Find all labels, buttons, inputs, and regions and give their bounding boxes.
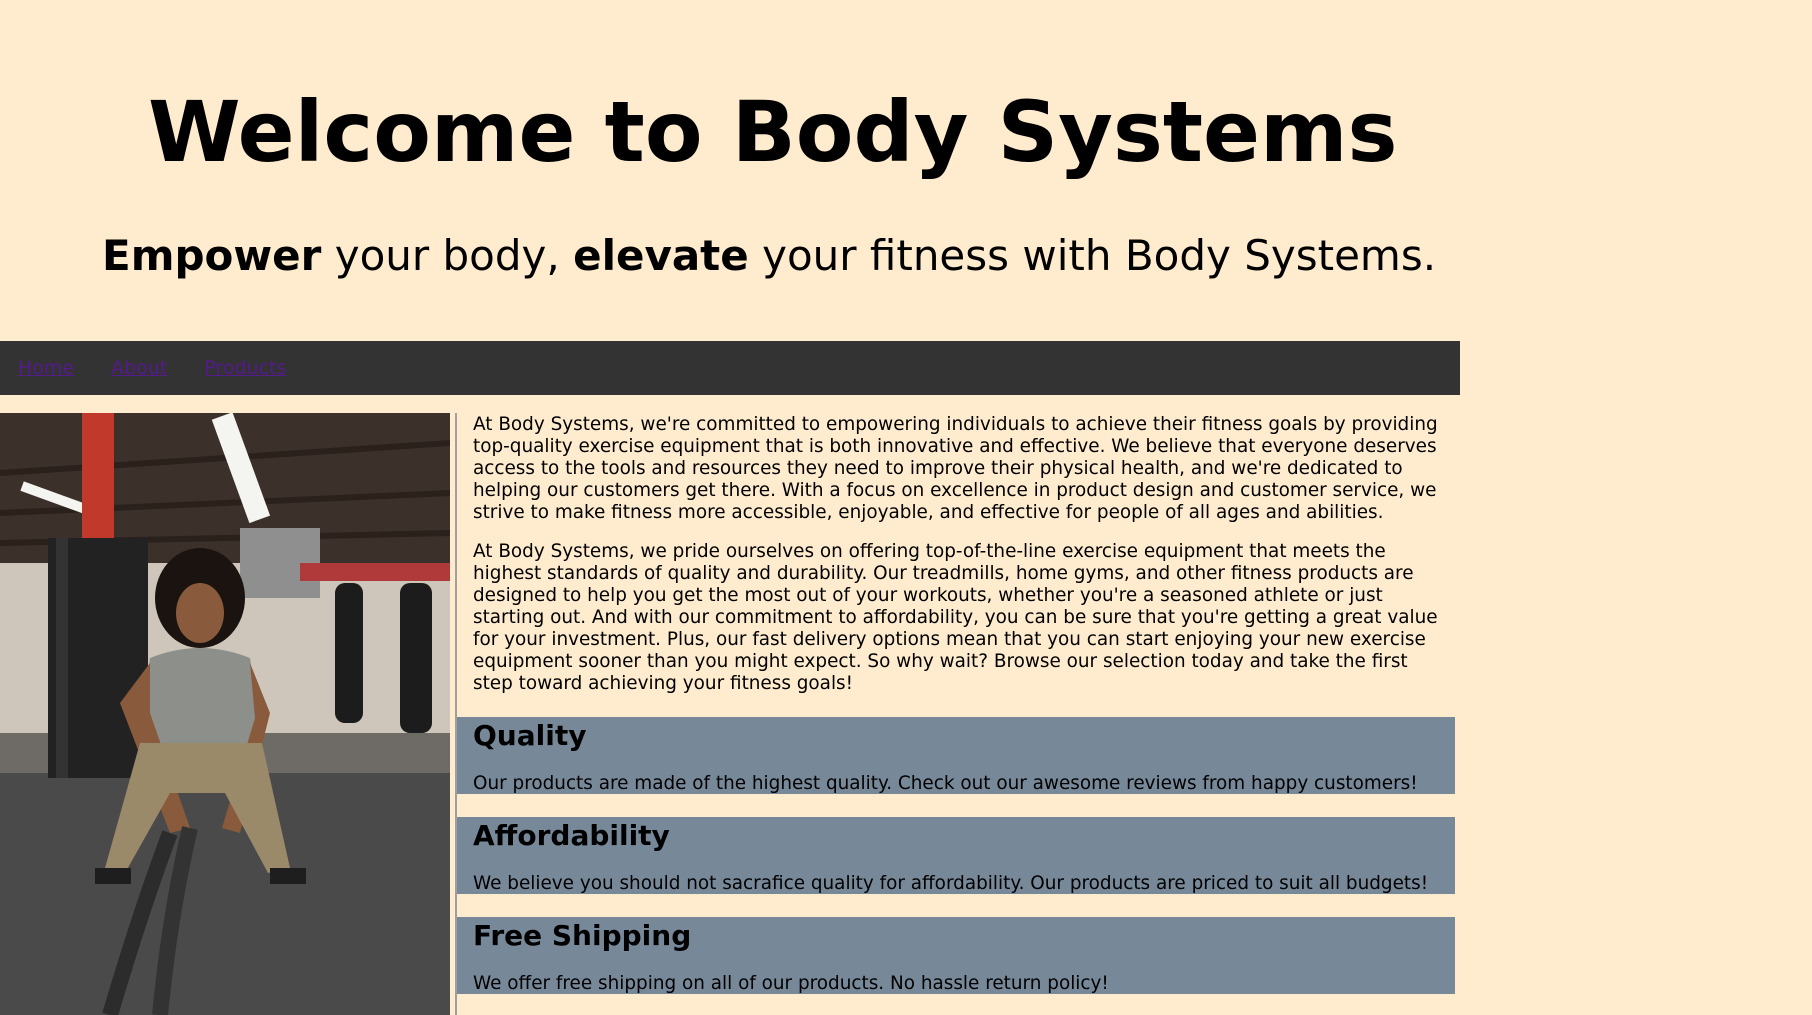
hero-image bbox=[0, 413, 450, 1015]
feature-text: We believe you should not sacrafice qual… bbox=[473, 873, 1429, 894]
nav-link-products[interactable]: Products bbox=[204, 356, 286, 380]
intro-paragraph-1: At Body Systems, we're committed to empo… bbox=[473, 414, 1438, 523]
tagline: Empower your body, elevate your fitness … bbox=[102, 228, 1436, 284]
navbar: Home About Products bbox=[0, 341, 1460, 395]
tagline-elevate: elevate bbox=[573, 231, 749, 280]
feature-affordability: Affordability We believe you should not … bbox=[457, 817, 1455, 894]
feature-quality: Quality Our products are made of the hig… bbox=[457, 717, 1455, 794]
feature-text: We offer free shipping on all of our pro… bbox=[473, 973, 1109, 994]
nav-link-home[interactable]: Home bbox=[18, 356, 74, 380]
feature-title: Free Shipping bbox=[473, 919, 692, 952]
feature-title: Quality bbox=[473, 719, 587, 752]
intro-paragraph-2: At Body Systems, we pride ourselves on o… bbox=[473, 541, 1438, 694]
tagline-text-1: your body, bbox=[321, 231, 574, 280]
feature-title: Affordability bbox=[473, 819, 670, 852]
feature-text: Our products are made of the highest qua… bbox=[473, 773, 1418, 794]
feature-free-shipping: Free Shipping We offer free shipping on … bbox=[457, 917, 1455, 994]
nav-link-about[interactable]: About bbox=[111, 356, 167, 380]
tagline-text-2: your fitness with Body Systems. bbox=[748, 231, 1437, 280]
tagline-empower: Empower bbox=[102, 231, 322, 280]
page-title: Welcome to Body Systems bbox=[148, 83, 1398, 181]
content-area: At Body Systems, we're committed to empo… bbox=[455, 413, 1462, 1015]
